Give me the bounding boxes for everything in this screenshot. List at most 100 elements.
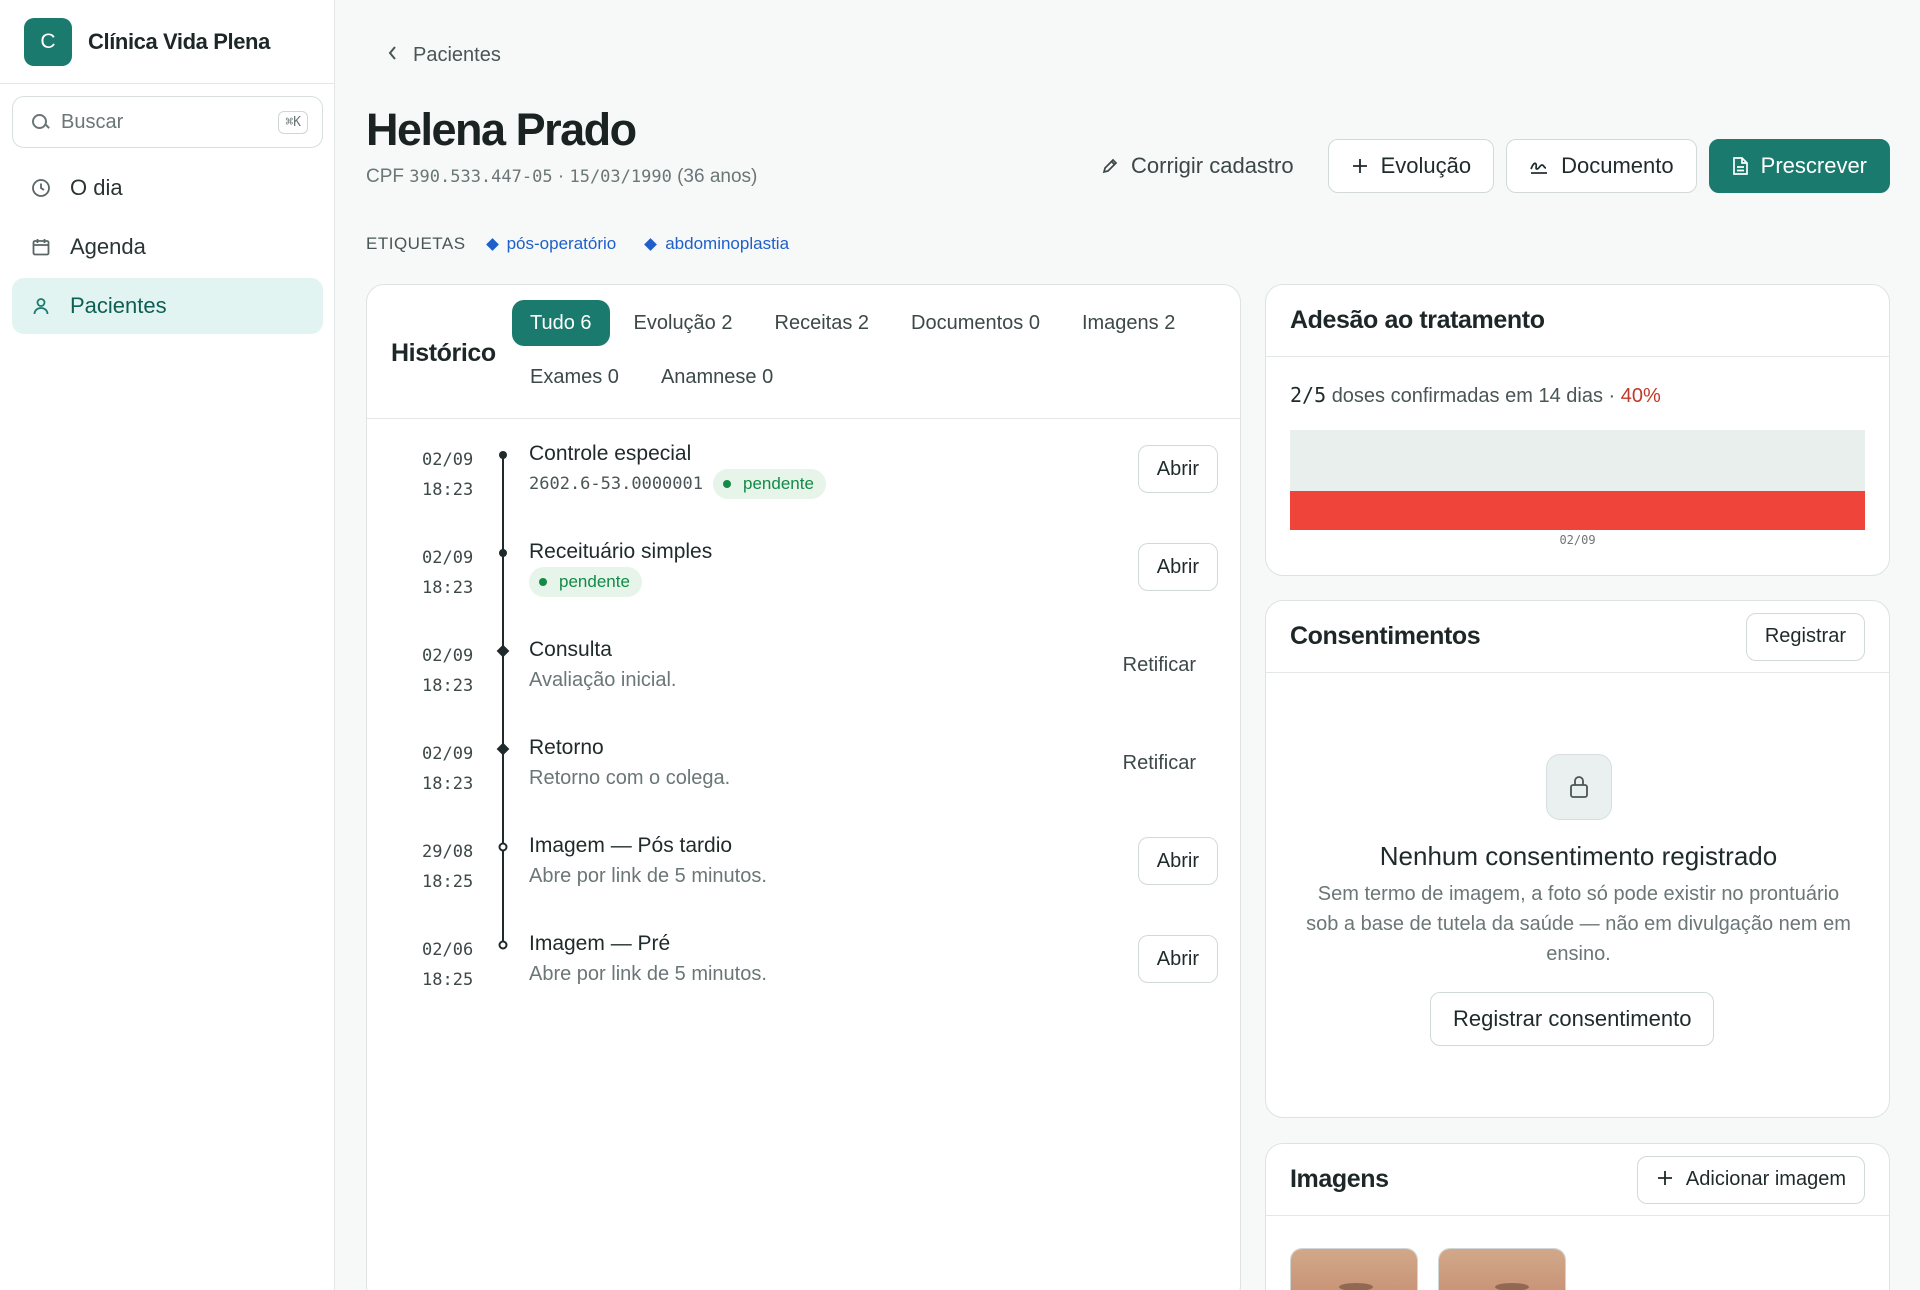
entry-body: Consulta Avaliação inicial. — [529, 635, 677, 695]
register-button[interactable]: Registrar — [1745, 612, 1865, 661]
tag-chip[interactable]: pós-operatório — [488, 234, 617, 254]
adherence-chart — [1290, 430, 1865, 530]
entry-datetime: 02/09 18:23 — [422, 543, 473, 603]
add-image-label: Adicionar imagem — [1685, 1168, 1846, 1190]
entry-date: 29/08 — [422, 842, 474, 862]
add-evolution-button[interactable]: Evolução — [1327, 139, 1495, 193]
consent-title: Consentimentos — [1290, 622, 1481, 650]
user-icon — [30, 295, 52, 317]
document-label: Documento — [1561, 153, 1674, 178]
sidebar-item-pacientes[interactable]: Pacientes — [12, 278, 323, 334]
open-button[interactable]: Abrir — [1137, 543, 1218, 591]
sidebar-nav: O dia Agenda Pacientes — [12, 160, 323, 337]
rectify-button[interactable]: Retificar — [1105, 641, 1214, 689]
tab-documentos[interactable]: Documentos 0 — [893, 300, 1058, 346]
open-button[interactable]: Abrir — [1137, 935, 1218, 983]
entry-date: 02/09 — [422, 744, 474, 764]
timeline-dot-marker — [499, 549, 507, 557]
document-button[interactable]: Documento — [1506, 139, 1697, 193]
entry-code: 2602.6-53.0000001 — [529, 474, 703, 494]
pencil-icon — [1101, 157, 1119, 175]
timeline-entry: 02/09 18:23 Receituário simples pendente… — [367, 517, 1242, 615]
timeline-ring-marker — [498, 842, 508, 852]
entry-date: 02/06 — [422, 940, 474, 960]
edit-record-button[interactable]: Corrigir cadastro — [1101, 139, 1316, 193]
entry-body: Imagem — Pós tardio Abre por link de 5 m… — [529, 831, 767, 891]
tab-anamnese[interactable]: Anamnese 0 — [643, 354, 791, 400]
entry-body: Retorno Retorno com o colega. — [529, 733, 730, 793]
thumbnail-face — [1291, 1249, 1417, 1290]
entry-datetime: 02/09 18:23 — [422, 445, 473, 505]
entry-date: 02/09 — [422, 646, 474, 666]
entry-title: Receituário simples — [529, 540, 713, 563]
adherence-header: Adesão ao tratamento — [1266, 285, 1889, 357]
chevron-left-icon — [387, 44, 399, 67]
history-card: Histórico Tudo 6 Evolução 2 Receitas 2 D… — [366, 284, 1241, 1290]
patient-meta: CPF 390.533.447-05 · 15/03/1990 (36 anos… — [366, 166, 757, 188]
timeline-entry: 02/06 18:25 Imagem — Pré Abre por link d… — [367, 909, 1242, 1007]
prescribe-label: Prescrever — [1760, 153, 1867, 178]
timeline-entry: 29/08 18:25 Imagem — Pós tardio Abre por… — [367, 811, 1242, 909]
entry-subtitle: Avaliação inicial. — [529, 669, 677, 691]
entry-datetime: 29/08 18:25 — [422, 837, 473, 897]
search-input[interactable] — [61, 110, 251, 134]
prescribe-button[interactable]: Prescrever — [1708, 139, 1890, 193]
sidebar: C Clínica Vida Plena ⌘K O dia Agenda Pac… — [0, 0, 335, 1290]
entry-body: Imagem — Pré Abre por link de 5 minutos. — [529, 929, 767, 989]
search-box[interactable]: ⌘K — [12, 96, 323, 148]
tab-receitas[interactable]: Receitas 2 — [757, 300, 888, 346]
history-timeline: 02/09 18:23 Controle especial 2602.6-53.… — [367, 419, 1242, 1007]
timeline-ring-marker — [498, 940, 508, 950]
images-card: Imagens Adicionar imagem — [1265, 1143, 1890, 1290]
sidebar-item-label: Pacientes — [70, 293, 167, 318]
main-content: Pacientes Helena Prado CPF 390.533.447-0… — [335, 0, 1920, 1290]
entry-subtitle: Abre por link de 5 minutos. — [529, 865, 767, 887]
sidebar-item-o-dia[interactable]: O dia — [12, 160, 323, 216]
timeline-dot-marker — [499, 451, 507, 459]
entry-time: 18:25 — [422, 872, 474, 892]
history-tabs: Tudo 6 Evolução 2 Receitas 2 Documentos … — [512, 300, 1232, 408]
patient-actions: Corrigir cadastro Evolução Documento Pre… — [1089, 139, 1890, 193]
tab-evolucao[interactable]: Evolução 2 — [616, 300, 751, 346]
entry-body: Receituário simples pendente — [529, 537, 712, 597]
patient-name: Helena Prado — [366, 104, 637, 155]
entry-datetime: 02/09 18:23 — [422, 739, 473, 799]
meta-separator: · — [557, 166, 565, 187]
brand-name: Clínica Vida Plena — [88, 28, 270, 54]
brand[interactable]: C Clínica Vida Plena — [0, 0, 334, 84]
birth-date: 15/03/1990 — [569, 167, 672, 187]
open-button[interactable]: Abrir — [1137, 837, 1218, 885]
doses-text: doses confirmadas em 14 dias · — [1331, 385, 1616, 407]
timeline-entry: 02/09 18:23 Retorno Retorno com o colega… — [367, 713, 1242, 811]
tags-row: ETIQUETAS pós-operatório abdominoplastia — [366, 234, 819, 254]
image-thumbnail[interactable] — [1290, 1248, 1418, 1290]
history-header: Histórico Tudo 6 Evolução 2 Receitas 2 D… — [367, 285, 1240, 419]
rectify-button[interactable]: Retificar — [1105, 739, 1214, 787]
entry-time: 18:23 — [422, 774, 474, 794]
plus-icon — [1351, 157, 1369, 175]
sidebar-item-agenda[interactable]: Agenda — [12, 219, 323, 275]
timeline-entry: 02/09 18:23 Controle especial 2602.6-53.… — [367, 419, 1242, 517]
tab-tudo[interactable]: Tudo 6 — [512, 300, 610, 346]
entry-title: Imagem — Pré — [529, 932, 671, 955]
register-consent-button[interactable]: Registrar consentimento — [1430, 992, 1715, 1046]
entry-datetime: 02/06 18:25 — [422, 935, 473, 995]
add-image-button[interactable]: Adicionar imagem — [1636, 1155, 1865, 1204]
tab-imagens[interactable]: Imagens 2 — [1064, 300, 1193, 346]
file-icon — [1732, 156, 1749, 176]
signature-icon — [1529, 157, 1549, 175]
adherence-tick-label: 02/09 — [1559, 533, 1596, 547]
status-badge: pendente — [529, 567, 642, 597]
shortcut-hint: ⌘K — [278, 110, 308, 134]
open-button[interactable]: Abrir — [1137, 445, 1218, 493]
image-thumbnail[interactable] — [1438, 1248, 1566, 1290]
back-link[interactable]: Pacientes — [387, 44, 501, 67]
clock-icon — [30, 177, 52, 199]
tab-exames[interactable]: Exames 0 — [512, 354, 637, 400]
brand-logo: C — [24, 17, 72, 66]
tag-chip[interactable]: abdominoplastia — [646, 234, 789, 254]
adherence-title: Adesão ao tratamento — [1290, 306, 1545, 334]
entry-subtitle: Abre por link de 5 minutos. — [529, 963, 767, 985]
consent-card: Consentimentos Registrar Nenhum consenti… — [1265, 600, 1890, 1118]
entry-subtitle: Retorno com o colega. — [529, 767, 731, 789]
